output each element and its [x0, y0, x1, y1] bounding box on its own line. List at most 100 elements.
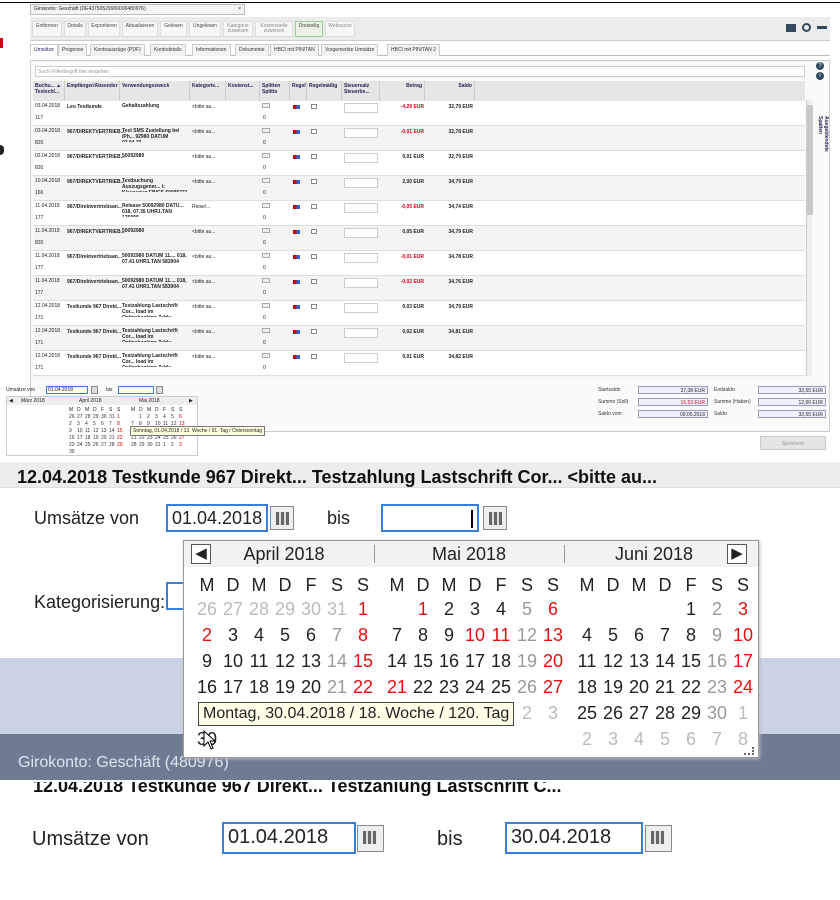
- recurring-icon[interactable]: [311, 129, 317, 134]
- day-cell[interactable]: 30: [704, 703, 730, 725]
- day-cell[interactable]: 2: [574, 729, 600, 751]
- day-cell[interactable]: 16: [704, 651, 730, 673]
- assign-costcenter-button[interactable]: Kostenstelle zuweisen: [255, 21, 293, 37]
- tax-input[interactable]: [344, 203, 378, 213]
- recurring-icon[interactable]: [311, 354, 317, 359]
- mini-day[interactable]: 29: [117, 442, 123, 448]
- day-cell[interactable]: 9: [194, 651, 220, 673]
- day-cell[interactable]: 1: [350, 599, 376, 621]
- day-cell[interactable]: 9: [704, 625, 730, 647]
- mini-day[interactable]: 24: [77, 442, 83, 448]
- col-header-amount[interactable]: Betrag: [380, 81, 425, 101]
- day-cell[interactable]: 17: [220, 677, 246, 699]
- printer-icon[interactable]: [786, 24, 796, 32]
- day-cell[interactable]: 10: [220, 651, 246, 673]
- to-date-input[interactable]: [381, 504, 479, 532]
- day-cell[interactable]: 20: [626, 677, 652, 699]
- rule-flag-icon[interactable]: [293, 180, 300, 184]
- recurring-icon[interactable]: [311, 204, 317, 209]
- day-cell[interactable]: 8: [350, 625, 376, 647]
- day-cell[interactable]: 8: [410, 625, 436, 647]
- grid-scrollbar[interactable]: [806, 100, 813, 376]
- day-cell[interactable]: 10: [462, 625, 488, 647]
- mini-day[interactable]: 30: [147, 442, 153, 448]
- mini-day[interactable]: 27: [77, 414, 83, 420]
- day-cell[interactable]: 6: [678, 729, 704, 751]
- day-cell[interactable]: 1: [410, 599, 436, 621]
- mini-day[interactable]: 3: [155, 414, 158, 420]
- rule-flag-icon[interactable]: [293, 305, 300, 309]
- day-cell[interactable]: 7: [704, 729, 730, 751]
- tax-input[interactable]: [344, 328, 378, 338]
- day-cell[interactable]: 20: [540, 651, 566, 673]
- mini-day[interactable]: 26: [69, 414, 75, 420]
- day-cell[interactable]: 3: [730, 599, 756, 621]
- tab-hbci-2[interactable]: HBCI mit PIN/TAN 2: [387, 44, 440, 56]
- day-cell[interactable]: 2: [436, 599, 462, 621]
- table-row[interactable]: 12.04.2018 171 Testkunde 967 Direkt... Test…: [33, 326, 805, 351]
- prev-month-button[interactable]: ◀: [191, 544, 211, 564]
- day-cell[interactable]: 1: [730, 703, 756, 725]
- day-cell[interactable]: 28: [246, 599, 272, 621]
- mini-day[interactable]: 27: [101, 442, 107, 448]
- mini-day[interactable]: 29: [139, 442, 145, 448]
- search-input[interactable]: Such-/Filterbegriff hier eingeben: [35, 66, 805, 77]
- day-cell[interactable]: 3: [220, 625, 246, 647]
- recurring-icon[interactable]: [311, 104, 317, 109]
- recurring-icon[interactable]: [311, 154, 317, 159]
- recurring-icon[interactable]: [311, 179, 317, 184]
- day-cell[interactable]: 25: [574, 703, 600, 725]
- mini-calendar-icon-2[interactable]: [156, 386, 163, 394]
- rule-flag-icon[interactable]: [293, 105, 300, 109]
- calendar-icon[interactable]: [357, 825, 384, 852]
- day-cell[interactable]: 18: [488, 651, 514, 673]
- split-icon[interactable]: [262, 203, 270, 208]
- table-row[interactable]: 12.04.2018Testkunde 967 Direkt...Testzah…: [33, 376, 805, 377]
- table-row[interactable]: 11.04.2018 177 967/Direktvertriebsan... Rel…: [33, 201, 805, 226]
- tax-input[interactable]: [344, 103, 378, 113]
- day-cell[interactable]: 12: [514, 625, 540, 647]
- mini-day[interactable]: 31: [155, 442, 161, 448]
- tax-input[interactable]: [344, 128, 378, 138]
- split-icon[interactable]: [262, 253, 270, 258]
- col-header-recurring[interactable]: Regelmäßig: [307, 81, 342, 101]
- mini-day[interactable]: 7: [109, 421, 112, 427]
- day-cell[interactable]: 7: [324, 625, 350, 647]
- day-cell[interactable]: 26: [600, 703, 626, 725]
- recurring-icon[interactable]: [311, 229, 317, 234]
- mini-day[interactable]: 10: [77, 428, 83, 434]
- day-cell[interactable]: 26: [514, 677, 540, 699]
- websearch-button[interactable]: Websuche: [325, 21, 355, 37]
- day-cell[interactable]: 14: [324, 651, 350, 673]
- day-cell[interactable]: 16: [194, 677, 220, 699]
- mini-prev-button[interactable]: ◀: [9, 398, 13, 404]
- mini-day[interactable]: 15: [117, 428, 123, 434]
- close-icon[interactable]: ×: [238, 6, 241, 12]
- table-row[interactable]: 12.04.2018 171 Testkunde 967 Direkt... Test…: [33, 301, 805, 326]
- mini-day[interactable]: 9: [69, 428, 72, 434]
- day-cell[interactable]: 23: [436, 677, 462, 699]
- rule-flag-icon[interactable]: [293, 155, 300, 159]
- day-cell[interactable]: 17: [462, 651, 488, 673]
- rule-flag-icon[interactable]: [293, 330, 300, 334]
- table-row[interactable]: 11.04.2018 820 967/DIREKTVERTRIEB... 500929…: [33, 226, 805, 251]
- day-cell[interactable]: 28: [652, 703, 678, 725]
- split-icon[interactable]: [262, 278, 270, 283]
- day-cell[interactable]: 17: [730, 651, 756, 673]
- mini-day[interactable]: 6: [101, 421, 104, 427]
- day-cell[interactable]: 19: [514, 651, 540, 673]
- day-cell[interactable]: 13: [626, 651, 652, 673]
- mini-day[interactable]: 28: [131, 442, 137, 448]
- table-row[interactable]: 03.04.2018 117 Leo Testkunde Gehaltszahlung…: [33, 101, 805, 126]
- tax-input[interactable]: [344, 253, 378, 263]
- day-cell[interactable]: 23: [704, 677, 730, 699]
- mini-day[interactable]: 1: [163, 442, 166, 448]
- day-cell[interactable]: 15: [410, 651, 436, 673]
- day-cell[interactable]: 1: [678, 599, 704, 621]
- day-cell[interactable]: 5: [652, 729, 678, 751]
- day-cell[interactable]: 3: [600, 729, 626, 751]
- calendar-icon-2[interactable]: [645, 825, 672, 852]
- mini-next-button[interactable]: ▶: [189, 398, 193, 404]
- tax-input[interactable]: [344, 178, 378, 188]
- details-button[interactable]: Details: [64, 21, 86, 37]
